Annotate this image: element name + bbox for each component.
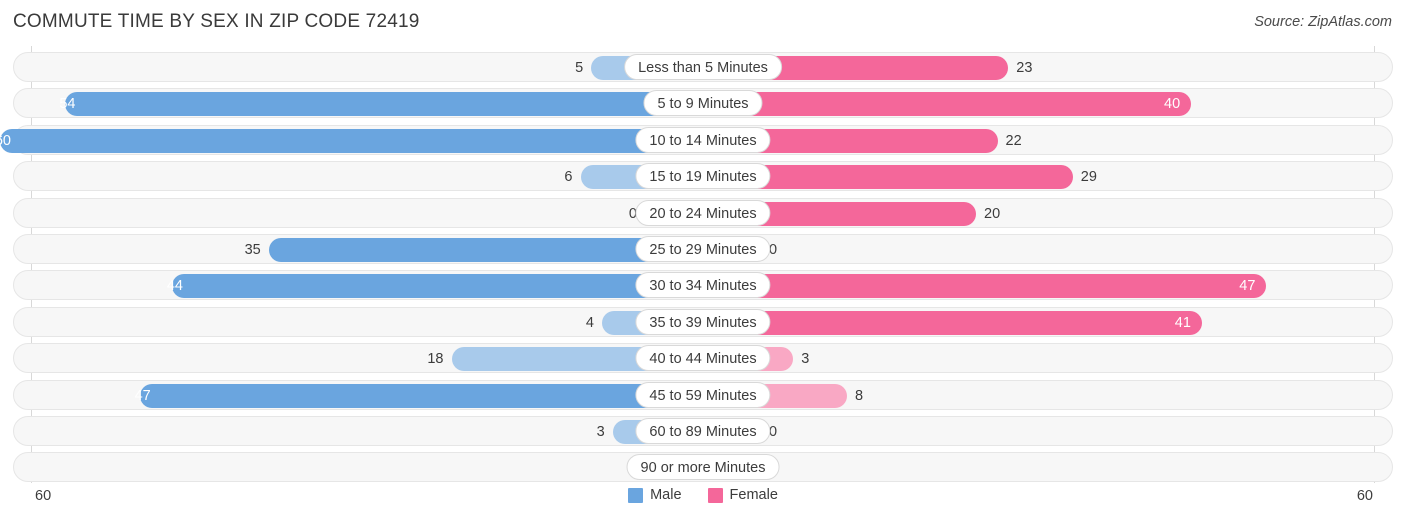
chart-row[interactable]: 3 0 60 to 89 Minutes	[13, 416, 1393, 446]
legend-swatch-male-icon	[628, 487, 644, 503]
plot-area: 5 23 Less than 5 Minutes 54 40 5 to 9 Minutes…	[0, 46, 1406, 483]
chart-row[interactable]: 60 22 10 to 14 Minutes	[0, 124, 1393, 155]
female-value-label: 3	[801, 351, 810, 368]
legend-swatch-female-icon	[707, 487, 723, 503]
category-label: 45 to 59 Minutes	[635, 381, 771, 408]
category-label: 5 to 9 Minutes	[643, 90, 763, 117]
chart-row[interactable]: 5 23 Less than 5 Minutes	[13, 52, 1393, 82]
legend-label-female: Female	[729, 487, 778, 503]
legend-label-male: Male	[650, 487, 682, 503]
female-value-label: 23	[1016, 60, 1033, 76]
male-value-label: 4	[585, 314, 594, 331]
commute-time-chart: COMMUTE TIME BY SEX IN ZIP CODE 72419 So…	[0, 0, 1406, 523]
female-bar[interactable]	[703, 92, 1191, 117]
female-value-label: 22	[1005, 132, 1022, 149]
category-label: 15 to 19 Minutes	[635, 163, 771, 190]
chart-row[interactable]: 54 40 5 to 9 Minutes	[13, 88, 1393, 119]
legend-item-female[interactable]: Female	[707, 487, 778, 503]
chart-row[interactable]: 18 3 40 to 44 Minutes	[13, 343, 1393, 374]
category-label: 35 to 39 Minutes	[635, 308, 771, 335]
male-value-label: 44	[166, 278, 183, 295]
chart-footer: 60 60 Male Female	[0, 483, 1406, 523]
male-bar[interactable]	[172, 274, 703, 299]
category-label: 60 to 89 Minutes	[635, 418, 771, 444]
chart-row[interactable]: 44 47 30 to 34 Minutes	[13, 270, 1393, 301]
category-label: 90 or more Minutes	[626, 454, 780, 481]
chart-row[interactable]: 47 8 45 to 59 Minutes	[13, 379, 1393, 410]
chart-row[interactable]: 6 29 15 to 19 Minutes	[13, 161, 1393, 192]
female-value-label: 8	[855, 387, 864, 404]
chart-legend: Male Female	[0, 487, 1406, 503]
male-value-label: 54	[59, 96, 76, 113]
category-label: Less than 5 Minutes	[624, 54, 782, 80]
male-value-label: 18	[427, 351, 444, 368]
male-bar[interactable]	[64, 92, 703, 117]
category-label: 30 to 34 Minutes	[635, 272, 771, 299]
female-value-label: 20	[984, 205, 1001, 222]
source-attribution: Source: ZipAtlas.com	[1254, 14, 1392, 30]
chart-row[interactable]: 35 0 25 to 29 Minutes	[13, 234, 1393, 264]
male-value-label: 6	[564, 169, 573, 186]
male-bar[interactable]	[0, 128, 703, 153]
male-value-label: 47	[134, 387, 151, 404]
chart-header: COMMUTE TIME BY SEX IN ZIP CODE 72419 So…	[0, 0, 1406, 46]
chart-row[interactable]: 0 20 20 to 24 Minutes	[13, 197, 1393, 228]
male-bar[interactable]	[139, 383, 703, 408]
category-label: 40 to 44 Minutes	[635, 345, 771, 372]
male-value-label: 60	[0, 132, 11, 149]
legend-item-male[interactable]: Male	[628, 487, 682, 503]
male-value-label: 5	[575, 60, 584, 76]
category-label: 25 to 29 Minutes	[635, 236, 771, 262]
female-value-label: 47	[1239, 278, 1256, 295]
female-bar[interactable]	[703, 274, 1267, 299]
category-label: 20 to 24 Minutes	[635, 199, 771, 226]
chart-row[interactable]: 0090 or more Minutes	[13, 452, 1393, 483]
chart-row[interactable]: 4 41 35 to 39 Minutes	[13, 306, 1393, 337]
female-bar[interactable]	[703, 310, 1202, 335]
page-title: COMMUTE TIME BY SEX IN ZIP CODE 72419	[13, 11, 420, 32]
category-label: 10 to 14 Minutes	[635, 126, 771, 153]
male-value-label: 35	[244, 242, 261, 258]
female-value-label: 40	[1164, 96, 1181, 113]
female-value-label: 29	[1080, 169, 1097, 186]
male-value-label: 3	[596, 424, 605, 440]
female-value-label: 41	[1174, 314, 1191, 331]
